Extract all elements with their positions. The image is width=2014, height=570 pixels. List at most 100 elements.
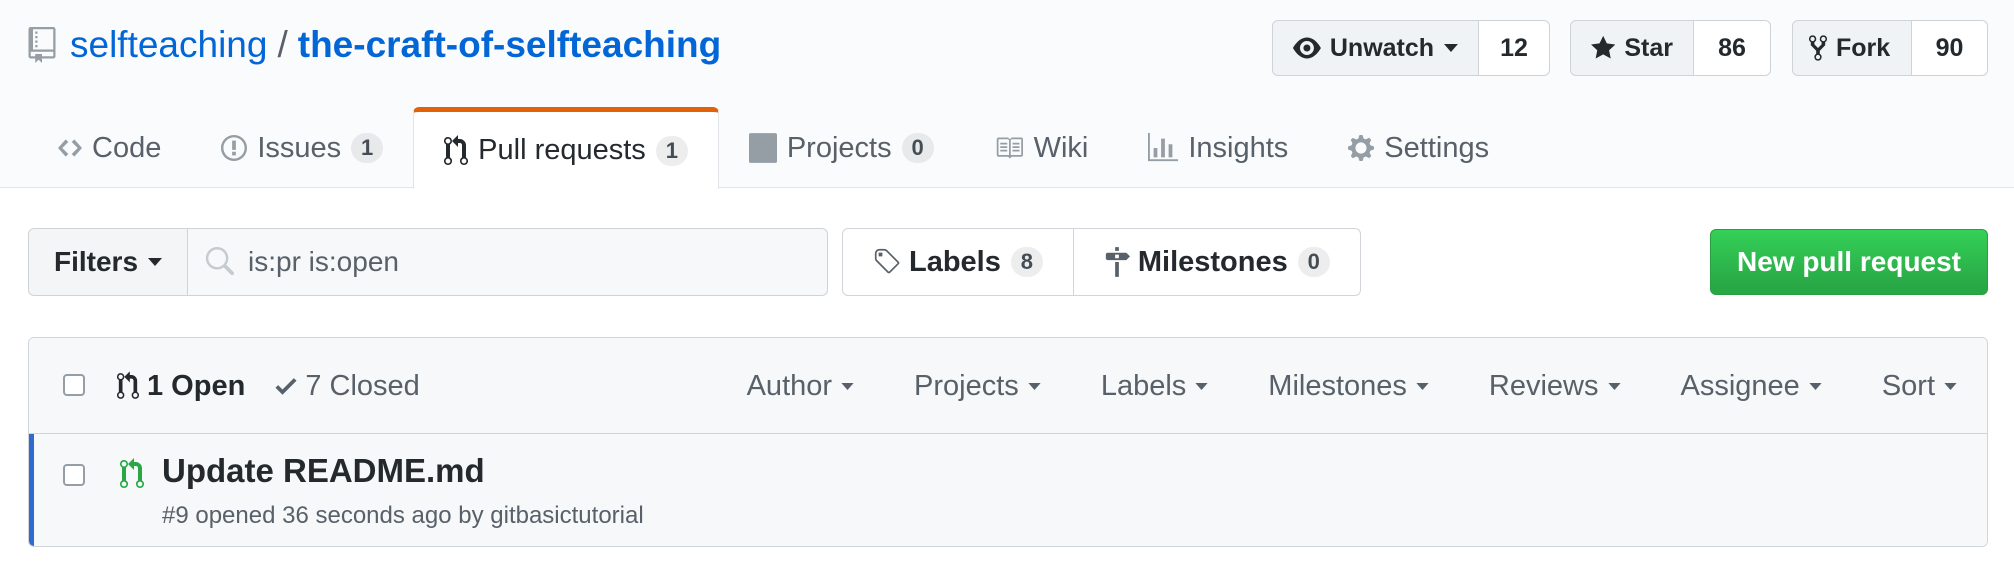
reviews-menu[interactable]: Reviews bbox=[1489, 370, 1621, 403]
milestones-menu[interactable]: Milestones bbox=[1268, 370, 1429, 403]
tab-pull-requests-label: Pull requests bbox=[478, 134, 646, 166]
author-menu[interactable]: Author bbox=[747, 370, 854, 403]
pull-request-title-link[interactable]: Update README.md bbox=[162, 452, 485, 490]
tab-insights-label: Insights bbox=[1188, 131, 1289, 164]
tab-wiki[interactable]: Wiki bbox=[964, 108, 1119, 188]
forks-count[interactable]: 90 bbox=[1912, 20, 1988, 76]
list-item[interactable]: Update README.md #9 opened 36 seconds ag… bbox=[29, 434, 1987, 546]
chevron-down-icon bbox=[148, 258, 163, 266]
projects-menu[interactable]: Projects bbox=[914, 370, 1041, 403]
labels-label: Labels bbox=[909, 245, 1001, 278]
labels-menu[interactable]: Labels bbox=[1101, 370, 1208, 403]
search-input[interactable] bbox=[248, 246, 808, 278]
search-icon bbox=[205, 247, 234, 276]
labels-milestones-group: Labels 8 Milestones 0 bbox=[842, 228, 1361, 296]
repo-header: selfteaching / the-craft-of-selfteaching… bbox=[0, 0, 2014, 189]
chevron-down-icon bbox=[1028, 382, 1041, 390]
tab-settings[interactable]: Settings bbox=[1318, 108, 1519, 188]
milestone-icon bbox=[1105, 247, 1130, 277]
git-pull-request-icon bbox=[117, 371, 139, 399]
repo-name-link[interactable]: the-craft-of-selfteaching bbox=[298, 24, 721, 66]
watchers-count[interactable]: 12 bbox=[1479, 20, 1550, 76]
row-checkbox[interactable] bbox=[63, 464, 85, 486]
chevron-down-icon bbox=[1444, 44, 1458, 52]
tab-insights[interactable]: Insights bbox=[1118, 108, 1318, 188]
projects-counter: 0 bbox=[901, 133, 934, 163]
assignee-menu-label: Assignee bbox=[1680, 369, 1800, 402]
filters-button[interactable]: Filters bbox=[28, 228, 188, 296]
tab-projects[interactable]: Projects 0 bbox=[719, 108, 964, 188]
tab-pull-requests[interactable]: Pull requests 1 bbox=[413, 107, 719, 189]
sort-menu-label: Sort bbox=[1881, 369, 1935, 402]
issue-icon bbox=[221, 135, 248, 161]
pull-requests-counter: 1 bbox=[655, 135, 688, 166]
graph-icon bbox=[1148, 133, 1179, 162]
star-group: Star 86 bbox=[1570, 20, 1771, 76]
closed-filter-link[interactable]: 7 Closed bbox=[275, 369, 420, 403]
repo-title: selfteaching / the-craft-of-selfteaching bbox=[28, 20, 721, 70]
projects-menu-label: Projects bbox=[914, 369, 1019, 402]
project-icon bbox=[748, 133, 777, 163]
star-icon bbox=[1591, 35, 1616, 59]
star-label: Star bbox=[1624, 33, 1673, 62]
chevron-down-icon bbox=[1195, 382, 1208, 390]
repo-owner-link[interactable]: selfteaching bbox=[70, 24, 267, 66]
pull-request-list: 1 Open 7 Closed Author Projects Labels M… bbox=[28, 337, 1988, 547]
tab-code[interactable]: Code bbox=[28, 108, 191, 188]
assignee-menu[interactable]: Assignee bbox=[1681, 370, 1822, 403]
stargazers-count[interactable]: 86 bbox=[1694, 20, 1771, 76]
repo-icon bbox=[28, 27, 56, 63]
repo-separator: / bbox=[277, 24, 288, 65]
sort-menu[interactable]: Sort bbox=[1882, 370, 1957, 403]
new-pull-request-button[interactable]: New pull request bbox=[1710, 229, 1988, 295]
open-count-label: 1 Open bbox=[147, 369, 246, 402]
git-pull-request-icon bbox=[120, 458, 144, 488]
code-icon bbox=[58, 139, 82, 157]
tab-settings-label: Settings bbox=[1384, 131, 1490, 164]
tab-wiki-label: Wiki bbox=[1033, 131, 1089, 164]
eye-icon bbox=[1293, 37, 1321, 59]
fork-label: Fork bbox=[1836, 33, 1891, 62]
filters-bar: Filters bbox=[28, 228, 828, 296]
select-all-checkbox[interactable] bbox=[63, 374, 85, 396]
state-toggles: 1 Open 7 Closed bbox=[117, 338, 420, 434]
chevron-down-icon bbox=[1809, 382, 1822, 390]
closed-count-label: 7 Closed bbox=[305, 369, 420, 402]
tab-issues-label: Issues bbox=[257, 131, 342, 164]
milestones-button[interactable]: Milestones 0 bbox=[1072, 229, 1360, 295]
open-filter-link[interactable]: 1 Open bbox=[117, 370, 245, 403]
fork-group: Fork 90 bbox=[1792, 20, 1988, 76]
unwatch-label: Unwatch bbox=[1329, 33, 1435, 62]
watch-group: Unwatch 12 bbox=[1272, 20, 1550, 76]
chevron-down-icon bbox=[1944, 382, 1957, 390]
chevron-down-icon bbox=[1416, 382, 1429, 390]
issues-counter: 1 bbox=[351, 133, 384, 163]
pull-request-meta: #9 opened 36 seconds ago by gitbasictuto… bbox=[162, 502, 644, 529]
filter-menus: Author Projects Labels Milestones Review… bbox=[687, 338, 1957, 434]
git-pull-request-icon bbox=[444, 134, 469, 165]
tab-projects-label: Projects bbox=[786, 131, 892, 164]
unwatch-button[interactable]: Unwatch bbox=[1272, 20, 1479, 76]
tab-code-label: Code bbox=[92, 131, 162, 164]
book-icon bbox=[996, 137, 1023, 159]
author-menu-label: Author bbox=[746, 369, 833, 402]
list-header: 1 Open 7 Closed Author Projects Labels M… bbox=[29, 338, 1987, 434]
milestones-counter: 0 bbox=[1297, 247, 1330, 277]
star-button[interactable]: Star bbox=[1570, 20, 1694, 76]
labels-menu-label: Labels bbox=[1100, 369, 1187, 402]
fork-button[interactable]: Fork bbox=[1792, 20, 1912, 76]
labels-counter: 8 bbox=[1010, 247, 1043, 277]
milestones-label: Milestones bbox=[1137, 245, 1288, 278]
chevron-down-icon bbox=[1607, 382, 1621, 390]
tab-issues[interactable]: Issues 1 bbox=[191, 108, 413, 188]
check-icon bbox=[275, 378, 297, 395]
chevron-down-icon bbox=[841, 382, 854, 390]
milestones-menu-label: Milestones bbox=[1268, 369, 1407, 402]
labels-button[interactable]: Labels 8 bbox=[843, 229, 1073, 295]
gear-icon bbox=[1348, 135, 1375, 161]
repo-nav-tabs: Code Issues 1 Pull requests 1 Projects 0… bbox=[28, 107, 1519, 189]
tag-icon bbox=[874, 248, 900, 274]
search-field[interactable] bbox=[188, 228, 828, 296]
repo-forked-icon bbox=[1809, 35, 1827, 61]
reviews-menu-label: Reviews bbox=[1488, 369, 1599, 402]
